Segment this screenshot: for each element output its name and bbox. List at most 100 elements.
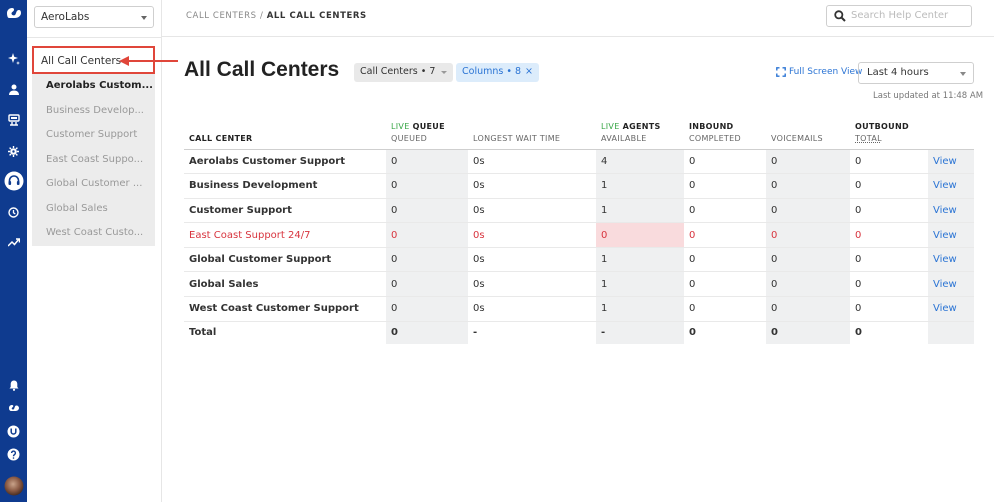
call-center-name: East Coast Support 24/7 <box>184 222 386 248</box>
nav-call-center-item[interactable]: Customer Support <box>32 123 155 148</box>
header-group-inbound: INBOUND <box>689 121 734 131</box>
history-icon[interactable] <box>0 203 27 221</box>
queued-cell: 0 <box>386 173 468 199</box>
available-label: AVAILABLE <box>601 133 647 143</box>
column-header-queued[interactable]: LIVE QUEUE QUEUED <box>386 116 468 150</box>
sparkle-icon[interactable] <box>0 50 27 68</box>
time-range-select[interactable]: Last 4 hours <box>858 62 974 84</box>
user-avatar[interactable] <box>0 474 27 498</box>
nav-call-center-item[interactable]: Aerolabs Custom... <box>32 74 155 99</box>
full-screen-view-button[interactable]: Full Screen View <box>776 67 862 77</box>
header-group-outbound: OUTBOUND <box>855 121 909 131</box>
org-selector[interactable]: AeroLabs <box>34 6 154 28</box>
dialpad-mark-icon[interactable] <box>0 399 27 417</box>
gear-icon[interactable] <box>0 142 27 160</box>
chevron-down-icon <box>141 16 147 20</box>
queue-group-label: QUEUE <box>412 121 445 131</box>
voicemails-cell: 0 <box>766 173 850 199</box>
view-link[interactable]: View <box>928 247 974 273</box>
queued-cell: 0 <box>386 247 468 273</box>
available-cell: 1 <box>596 296 684 322</box>
person-icon[interactable] <box>0 80 27 98</box>
voicemails-cell: 0 <box>766 198 850 224</box>
dialpad-logo-icon[interactable] <box>0 3 27 23</box>
voicemails-cell: 0 <box>766 222 850 248</box>
close-icon[interactable]: × <box>525 66 533 77</box>
outbound-total-label: TOTAL <box>855 133 882 143</box>
table-row-alert: East Coast Support 24/7 0 0s 0 0 0 0 Vie… <box>184 222 974 248</box>
column-header-available[interactable]: LIVE AGENTS AVAILABLE <box>596 116 684 150</box>
longest-wait-cell: 0s <box>468 149 596 175</box>
completed-cell: 0 <box>684 247 766 273</box>
top-bar: CALL CENTERS / ALL CALL CENTERS Search H… <box>162 0 994 37</box>
header-group-live-agents: LIVE AGENTS <box>601 122 684 131</box>
help-search-input[interactable]: Search Help Center <box>826 5 972 27</box>
table-total-row: Total 0 - - 0 0 0 <box>184 321 974 345</box>
call-centers-chip-label: Call Centers • 7 <box>360 66 436 77</box>
total-label: Total <box>189 327 217 339</box>
view-link[interactable]: View <box>928 149 974 175</box>
table-row: West Coast Customer Support 0 0s 1 0 0 0… <box>184 296 974 322</box>
bell-icon[interactable] <box>0 376 27 394</box>
total-outbound-cell: 0 <box>855 327 862 339</box>
nav-call-center-item[interactable]: Global Customer ... <box>32 172 155 197</box>
user-badge-icon[interactable] <box>0 422 27 440</box>
view-link[interactable]: View <box>928 198 974 224</box>
columns-filter-chip[interactable]: Columns • 8 × <box>456 63 539 82</box>
table-row: Global Customer Support 0 0s 1 0 0 0 Vie… <box>184 247 974 273</box>
available-cell: 1 <box>596 173 684 199</box>
page-title: All Call Centers <box>184 58 340 81</box>
call-center-name: Global Customer Support <box>184 247 386 273</box>
longest-wait-cell: 0s <box>468 247 596 273</box>
column-header-outbound-total[interactable]: OUTBOUND TOTAL <box>850 116 928 150</box>
completed-cell: 0 <box>684 271 766 298</box>
outbound-total-cell: 0 <box>850 222 928 248</box>
available-cell: 1 <box>596 247 684 273</box>
completed-cell: 0 <box>684 222 766 248</box>
total-action-cell <box>928 321 974 345</box>
table-row: Global Sales 0 0s 1 0 0 0 View <box>184 271 974 298</box>
divider <box>27 37 162 38</box>
breadcrumb: CALL CENTERS / ALL CALL CENTERS <box>186 11 367 21</box>
available-cell-alert: 0 <box>596 222 684 248</box>
table-row: Customer Support 0 0s 1 0 0 0 View <box>184 198 974 224</box>
column-header-completed[interactable]: INBOUND COMPLETED <box>684 116 766 150</box>
column-header-voicemails[interactable]: VOICEMAILS <box>766 116 850 150</box>
queued-cell: 0 <box>386 271 468 298</box>
call-centers-filter-chip[interactable]: Call Centers • 7 <box>354 63 454 82</box>
available-cell: 1 <box>596 198 684 224</box>
nav-call-center-item[interactable]: East Coast Suppo... <box>32 148 155 173</box>
breadcrumb-parent[interactable]: CALL CENTERS <box>186 11 257 21</box>
chevron-down-icon <box>441 71 448 74</box>
queued-cell: 0 <box>386 296 468 322</box>
column-header-longest-wait[interactable]: LONGEST WAIT TIME <box>468 116 596 150</box>
view-link[interactable]: View <box>928 296 974 322</box>
agents-group-label: AGENTS <box>622 121 661 131</box>
call-center-name: Global Sales <box>184 271 386 298</box>
nav-call-center-item[interactable]: Business Develop... <box>32 99 155 124</box>
completed-cell: 0 <box>684 198 766 224</box>
longest-wait-cell: 0s <box>468 271 596 298</box>
analytics-trend-icon[interactable] <box>0 233 27 251</box>
queued-label: QUEUED <box>391 133 428 143</box>
column-header-call-center[interactable]: CALL CENTER <box>184 116 386 150</box>
longest-wait-cell: 0s <box>468 198 596 224</box>
nav-call-center-item[interactable]: West Coast Custo... <box>32 221 155 246</box>
call-center-panel: AeroLabs All Call Centers Aerolabs Custo… <box>27 0 162 502</box>
contact-center-icon[interactable] <box>0 111 27 129</box>
longest-wait-cell: 0s <box>468 296 596 322</box>
view-link[interactable]: View <box>928 173 974 199</box>
nav-call-center-item[interactable]: Global Sales <box>32 197 155 222</box>
table-row: Business Development 0 0s 1 0 0 0 View <box>184 173 974 199</box>
time-range-value: Last 4 hours <box>867 67 929 78</box>
available-cell: 1 <box>596 271 684 298</box>
call-center-name: Aerolabs Customer Support <box>184 149 386 175</box>
headset-icon[interactable] <box>0 170 27 192</box>
voicemails-cell: 0 <box>766 296 850 322</box>
view-link[interactable]: View <box>928 271 974 298</box>
call-center-nav: All Call Centers Aerolabs Custom... Busi… <box>32 46 155 246</box>
help-icon[interactable] <box>0 445 27 463</box>
last-updated-text: Last updated at 11:48 AM <box>873 91 984 101</box>
view-link[interactable]: View <box>928 222 974 248</box>
call-center-list: Aerolabs Custom... Business Develop... C… <box>32 74 155 246</box>
